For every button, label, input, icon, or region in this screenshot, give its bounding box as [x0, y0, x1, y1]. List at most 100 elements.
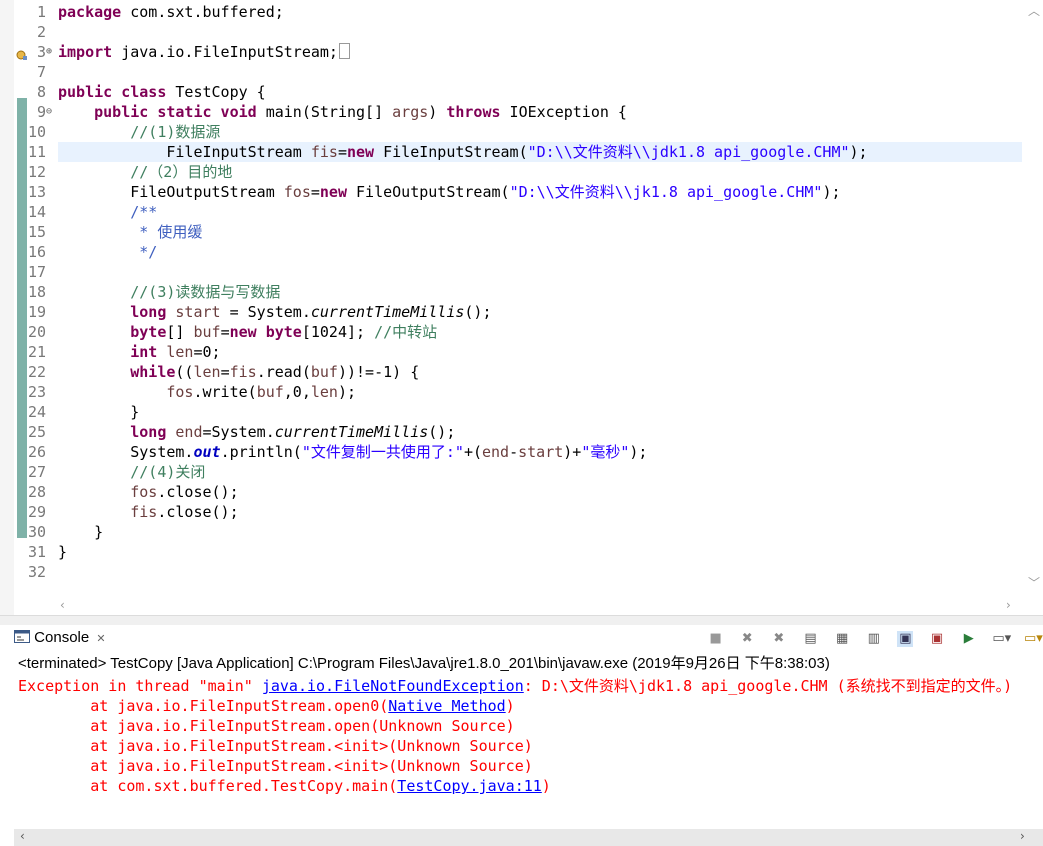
exception-line: Exception in thread "main" java.io.FileN… [18, 676, 1012, 696]
code-token: =System. [202, 423, 275, 441]
exception-link[interactable]: java.io.FileNotFoundException [262, 677, 524, 695]
stack-frame-link[interactable]: Native Method [388, 697, 505, 715]
line-number: 27 [27, 463, 46, 481]
code-token: ))!=-1) { [337, 363, 420, 381]
code-line[interactable] [0, 22, 1022, 42]
code-token: FileInputStream( [374, 143, 528, 161]
code-token: int [130, 343, 158, 361]
word-wrap-icon[interactable]: ▥ [866, 631, 882, 647]
scroll-left-icon[interactable]: ‹ [60, 598, 65, 612]
code-token: start [518, 443, 564, 461]
code-token: main(String[] [256, 103, 393, 121]
collapse-fold-icon[interactable]: ⊖ [46, 102, 56, 122]
code-token: new [319, 183, 347, 201]
display-console-icon[interactable]: ▭▾ [992, 631, 1011, 647]
vertical-scrollbar[interactable]: ︿ ﹀ [1023, 0, 1043, 598]
code-token: long [130, 423, 167, 441]
code-token: } [58, 403, 140, 421]
code-line[interactable] [0, 262, 1022, 282]
line-number: 16 [27, 243, 46, 261]
terminate-icon[interactable]: ■ [708, 631, 724, 647]
code-line[interactable] [0, 62, 1022, 82]
scroll-down-icon[interactable]: ﹀ [1028, 574, 1040, 591]
code-token: } [58, 543, 68, 561]
code-text: */ [58, 242, 157, 262]
console-icon [14, 628, 30, 643]
code-token: FileOutputStream( [347, 183, 510, 201]
code-token: System. [58, 443, 194, 461]
code-token: .write( [193, 383, 257, 401]
code-token: fis [130, 503, 158, 521]
expand-fold-icon[interactable]: ⊕ [46, 42, 56, 62]
code-line[interactable] [0, 542, 1022, 562]
code-token: len [310, 383, 338, 401]
code-text: //（2）目的地 [58, 162, 232, 182]
code-token: start [175, 303, 221, 321]
scroll-right-icon[interactable]: › [1020, 829, 1025, 843]
open-console-icon[interactable]: ▭▾ [1024, 631, 1043, 647]
code-token: ) [428, 103, 447, 121]
code-text: long start = System.currentTimeMillis(); [58, 302, 492, 322]
scroll-left-icon[interactable]: ‹ [20, 829, 25, 843]
code-token: currentTimeMillis [274, 423, 429, 441]
line-number: 31 [27, 543, 46, 561]
scroll-right-icon[interactable]: › [1006, 598, 1011, 612]
code-editor[interactable]: 1 package com.sxt.buffered; 2 3 ⊕ import java… [0, 0, 1043, 615]
folded-import-icon[interactable] [338, 43, 350, 59]
code-line[interactable] [0, 402, 1022, 422]
show-on-stdout-icon[interactable]: ▣ [897, 630, 914, 647]
code-token: end [482, 443, 510, 461]
code-token: FileInputStream [58, 143, 311, 161]
close-icon[interactable]: ✕ [96, 633, 105, 645]
remove-all-icon[interactable]: ✖ [771, 631, 787, 647]
code-token: [1024]; [301, 323, 375, 341]
code-token: //(1)数据源 [130, 123, 221, 141]
code-token: package [58, 3, 122, 21]
line-number: 30 [27, 523, 46, 541]
line-number: 18 [27, 283, 46, 301]
pin-console-icon[interactable]: ▶ [961, 631, 977, 647]
code-line[interactable] [0, 562, 1022, 582]
code-token: args [392, 103, 429, 121]
console-tab[interactable]: Console ✕ [14, 627, 106, 649]
line-number: 12 [27, 163, 46, 181]
code-token: ,0, [283, 383, 311, 401]
code-token: = System. [220, 303, 311, 321]
code-token: public class [58, 83, 167, 101]
code-token: buf [256, 383, 284, 401]
scroll-up-icon[interactable]: ︿ [1028, 2, 1040, 19]
stack-frame: at java.io.FileInputStream.<init>(Unknow… [18, 736, 533, 756]
stack-frame-link[interactable]: TestCopy.java:11 [397, 777, 542, 795]
stack-frame-text: ) [505, 697, 515, 715]
code-line[interactable] [0, 522, 1022, 542]
console-status: <terminated> TestCopy [Java Application]… [18, 655, 830, 672]
scroll-lock-icon[interactable]: ▦ [834, 631, 850, 647]
quick-fix-icon[interactable] [16, 46, 28, 60]
line-number: 9 [36, 103, 46, 121]
console-toolbar: ■ ✖ ✖ ▤ ▦ ▥ ▣ ▣ ▶ ▭▾ ▭▾ [705, 628, 1043, 648]
line-number: 20 [27, 323, 46, 341]
stack-frame-text: at java.io.FileInputStream.open0( [18, 697, 389, 715]
code-token: */ [130, 243, 158, 261]
code-token: fos [283, 183, 311, 201]
code-text: //(4)关闭 [58, 462, 205, 482]
clear-console-icon[interactable]: ▤ [803, 631, 819, 647]
code-token: /** [130, 203, 158, 221]
code-token: //中转站 [374, 323, 438, 341]
code-token: (); [464, 303, 492, 321]
horizontal-scrollbar[interactable]: ‹ › [58, 598, 1022, 615]
console-tab-label: Console [34, 629, 90, 646]
code-text: public class TestCopy { [58, 82, 266, 102]
code-token: ); [337, 383, 357, 401]
code-token: =0; [193, 343, 221, 361]
line-number: 19 [27, 303, 46, 321]
remove-launch-icon[interactable]: ✖ [739, 631, 755, 647]
show-on-stderr-icon[interactable]: ▣ [929, 631, 945, 647]
code-token: //(3)读数据与写数据 [130, 283, 281, 301]
code-text: package com.sxt.buffered; [58, 2, 284, 22]
console-horizontal-scrollbar[interactable]: ‹ › [14, 829, 1043, 846]
